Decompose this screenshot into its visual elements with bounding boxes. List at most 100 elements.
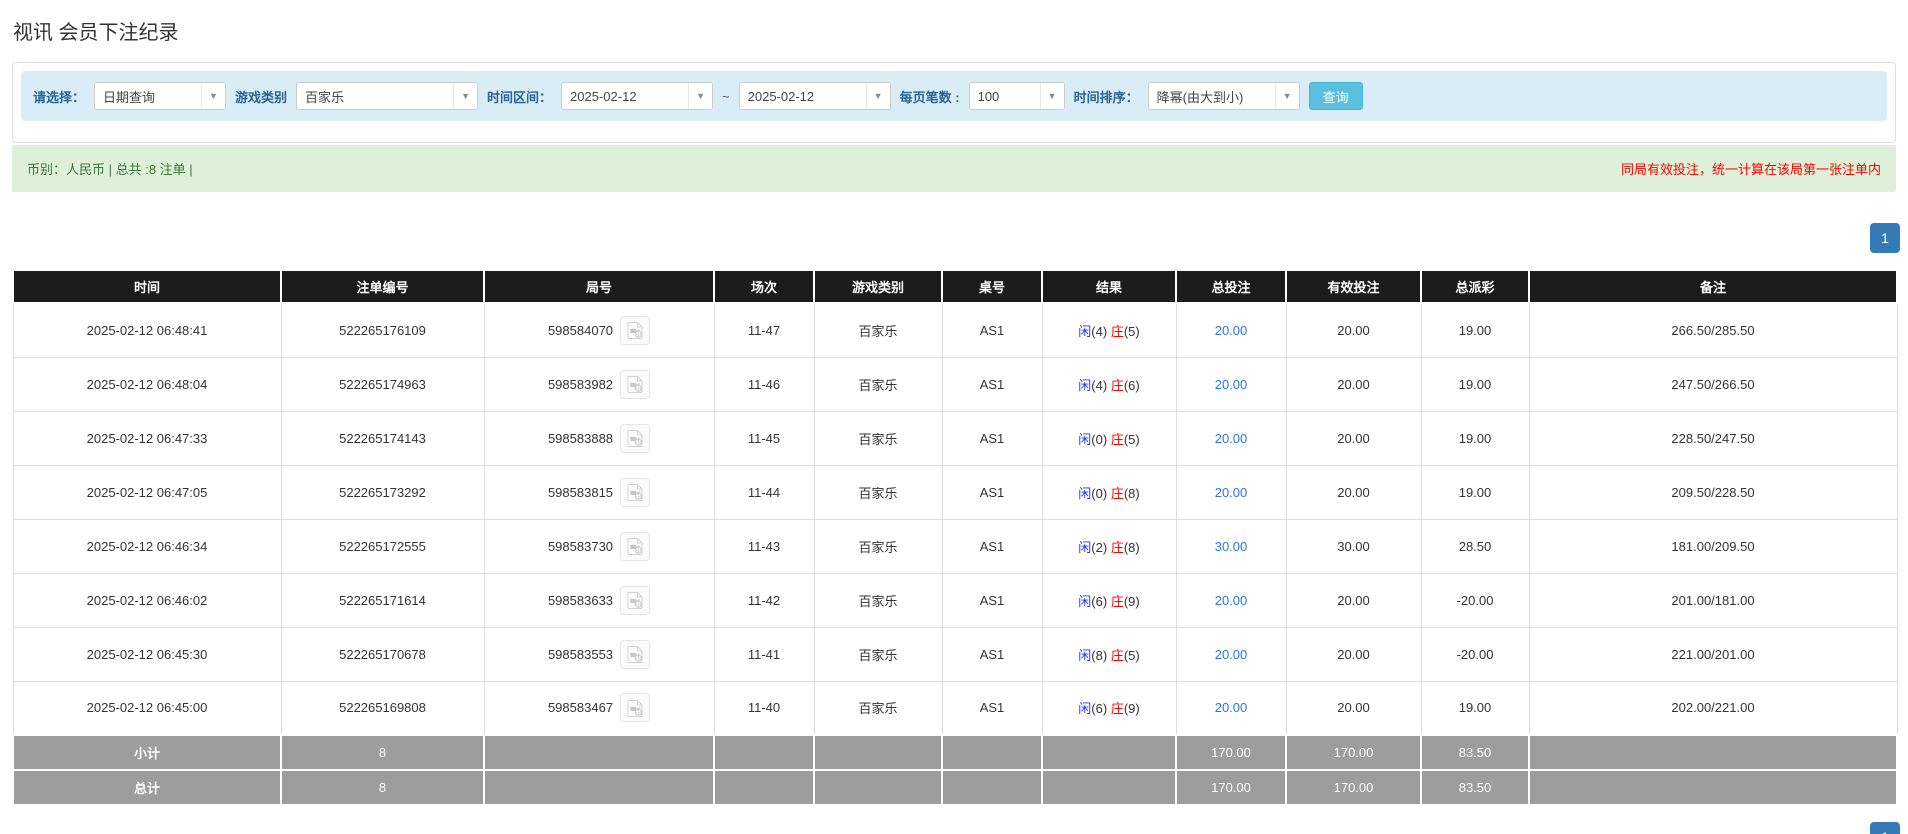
total-count: 8	[281, 770, 484, 805]
result-banker-value: (8)	[1124, 540, 1140, 555]
video-replay-button[interactable]	[620, 532, 650, 561]
remark-cell: 221.00/201.00	[1529, 627, 1897, 681]
result-player-label: 闲	[1078, 378, 1091, 393]
video-replay-button[interactable]	[620, 586, 650, 615]
result-cell: 闲(4) 庄(5)	[1042, 303, 1176, 357]
valid-bet-cell: 20.00	[1286, 411, 1421, 465]
chevron-down-icon[interactable]: ▼	[688, 83, 712, 109]
currency-summary-text: 币别：人民币 | 总共 :8 注单 |	[27, 159, 193, 178]
result-player-value: (0)	[1091, 432, 1107, 447]
total-bet-link[interactable]: 20.00	[1215, 377, 1248, 392]
empty-cell	[942, 735, 1042, 770]
video-replay-button[interactable]	[620, 640, 650, 669]
bet-id-cell: 522265174143	[281, 411, 484, 465]
chevron-down-icon[interactable]: ▼	[201, 83, 225, 109]
round-id-value: 598583982	[548, 377, 613, 392]
bet-id-cell: 522265170678	[281, 627, 484, 681]
total-bet-cell: 20.00	[1176, 627, 1286, 681]
valid-bet-cell: 20.00	[1286, 627, 1421, 681]
game-type-value: 百家乐	[297, 87, 453, 106]
result-cell: 闲(0) 庄(8)	[1042, 465, 1176, 519]
table-no-cell: AS1	[942, 357, 1042, 411]
game-type-cell: 百家乐	[814, 357, 942, 411]
table-row: 2025-02-12 06:45:00 522265169808 5985834…	[13, 681, 1897, 735]
time-cell: 2025-02-12 06:46:02	[13, 573, 281, 627]
game-type-label: 游戏类别	[235, 87, 287, 106]
game-type-cell: 百家乐	[814, 573, 942, 627]
round-id-value: 598583467	[548, 700, 613, 715]
result-cell: 闲(6) 庄(9)	[1042, 681, 1176, 735]
empty-cell	[484, 770, 714, 805]
chevron-down-icon[interactable]: ▼	[1040, 83, 1064, 109]
date-to-select[interactable]: 2025-02-12 ▼	[739, 82, 891, 110]
total-bet-link[interactable]: 20.00	[1215, 485, 1248, 500]
table-no-cell: AS1	[942, 573, 1042, 627]
empty-cell	[1529, 735, 1897, 770]
header-session: 场次	[714, 271, 814, 303]
bet-id-cell: 522265171614	[281, 573, 484, 627]
result-banker-label: 庄	[1111, 701, 1124, 716]
query-button[interactable]: 查询	[1309, 82, 1363, 110]
video-replay-button[interactable]	[620, 693, 650, 722]
result-banker-value: (5)	[1124, 432, 1140, 447]
total-bet-link[interactable]: 30.00	[1215, 539, 1248, 554]
bet-id-cell: 522265173292	[281, 465, 484, 519]
sort-order-select[interactable]: 降幂(由大到小) ▼	[1148, 82, 1300, 110]
result-banker-value: (5)	[1124, 324, 1140, 339]
table-body: 2025-02-12 06:48:41 522265176109 5985840…	[13, 303, 1897, 735]
chevron-down-icon[interactable]: ▼	[1275, 83, 1299, 109]
video-replay-button[interactable]	[620, 478, 650, 507]
result-banker-value: (6)	[1124, 378, 1140, 393]
header-game-type: 游戏类别	[814, 271, 942, 303]
game-type-cell: 百家乐	[814, 465, 942, 519]
payout-cell: -20.00	[1421, 627, 1529, 681]
result-player-value: (2)	[1091, 540, 1107, 555]
betting-records-table: 时间 注单编号 局号 场次 游戏类别 桌号 结果 总投注 有效投注 总派彩 备注…	[12, 271, 1898, 806]
chevron-down-icon[interactable]: ▼	[866, 83, 890, 109]
result-player-label: 闲	[1078, 324, 1091, 339]
game-type-select[interactable]: 百家乐 ▼	[296, 82, 478, 110]
total-bet-link[interactable]: 20.00	[1215, 647, 1248, 662]
page-size-select[interactable]: 100 ▼	[969, 82, 1065, 110]
header-remark: 备注	[1529, 271, 1897, 303]
round-id-cell: 598584070	[484, 303, 714, 357]
video-replay-button[interactable]	[620, 370, 650, 399]
total-valid-bet: 170.00	[1286, 770, 1421, 805]
result-cell: 闲(8) 庄(5)	[1042, 627, 1176, 681]
valid-bet-cell: 30.00	[1286, 519, 1421, 573]
total-bet-link[interactable]: 20.00	[1215, 593, 1248, 608]
round-id-cell: 598583553	[484, 627, 714, 681]
subtotal-label: 小计	[13, 735, 281, 770]
date-from-select[interactable]: 2025-02-12 ▼	[561, 82, 713, 110]
query-type-select[interactable]: 日期查询 ▼	[94, 82, 226, 110]
remark-cell: 247.50/266.50	[1529, 357, 1897, 411]
table-no-cell: AS1	[942, 303, 1042, 357]
time-cell: 2025-02-12 06:48:41	[13, 303, 281, 357]
result-banker-label: 庄	[1111, 540, 1124, 555]
valid-bet-cell: 20.00	[1286, 357, 1421, 411]
bet-id-cell: 522265176109	[281, 303, 484, 357]
bet-id-cell: 522265174963	[281, 357, 484, 411]
round-id-cell: 598583730	[484, 519, 714, 573]
pagination-page-1-button[interactable]: 1	[1870, 223, 1900, 253]
pagination-page-1-bottom-button[interactable]: 1	[1870, 822, 1900, 834]
video-replay-button[interactable]	[620, 316, 650, 345]
game-type-cell: 百家乐	[814, 411, 942, 465]
result-player-label: 闲	[1078, 701, 1091, 716]
total-bet-link[interactable]: 20.00	[1215, 323, 1248, 338]
result-banker-label: 庄	[1111, 324, 1124, 339]
total-bet-cell: 20.00	[1176, 573, 1286, 627]
subtotal-row: 小计 8 170.00 170.00 83.50	[13, 735, 1897, 770]
video-replay-button[interactable]	[620, 424, 650, 453]
video-file-icon	[627, 321, 644, 339]
result-player-value: (8)	[1091, 648, 1107, 663]
time-cell: 2025-02-12 06:46:34	[13, 519, 281, 573]
total-bet-link[interactable]: 20.00	[1215, 700, 1248, 715]
game-type-cell: 百家乐	[814, 627, 942, 681]
total-bet-link[interactable]: 20.00	[1215, 431, 1248, 446]
total-bet-cell: 20.00	[1176, 411, 1286, 465]
round-id-value: 598583815	[548, 485, 613, 500]
result-player-label: 闲	[1078, 648, 1091, 663]
chevron-down-icon[interactable]: ▼	[453, 83, 477, 109]
session-cell: 11-42	[714, 573, 814, 627]
